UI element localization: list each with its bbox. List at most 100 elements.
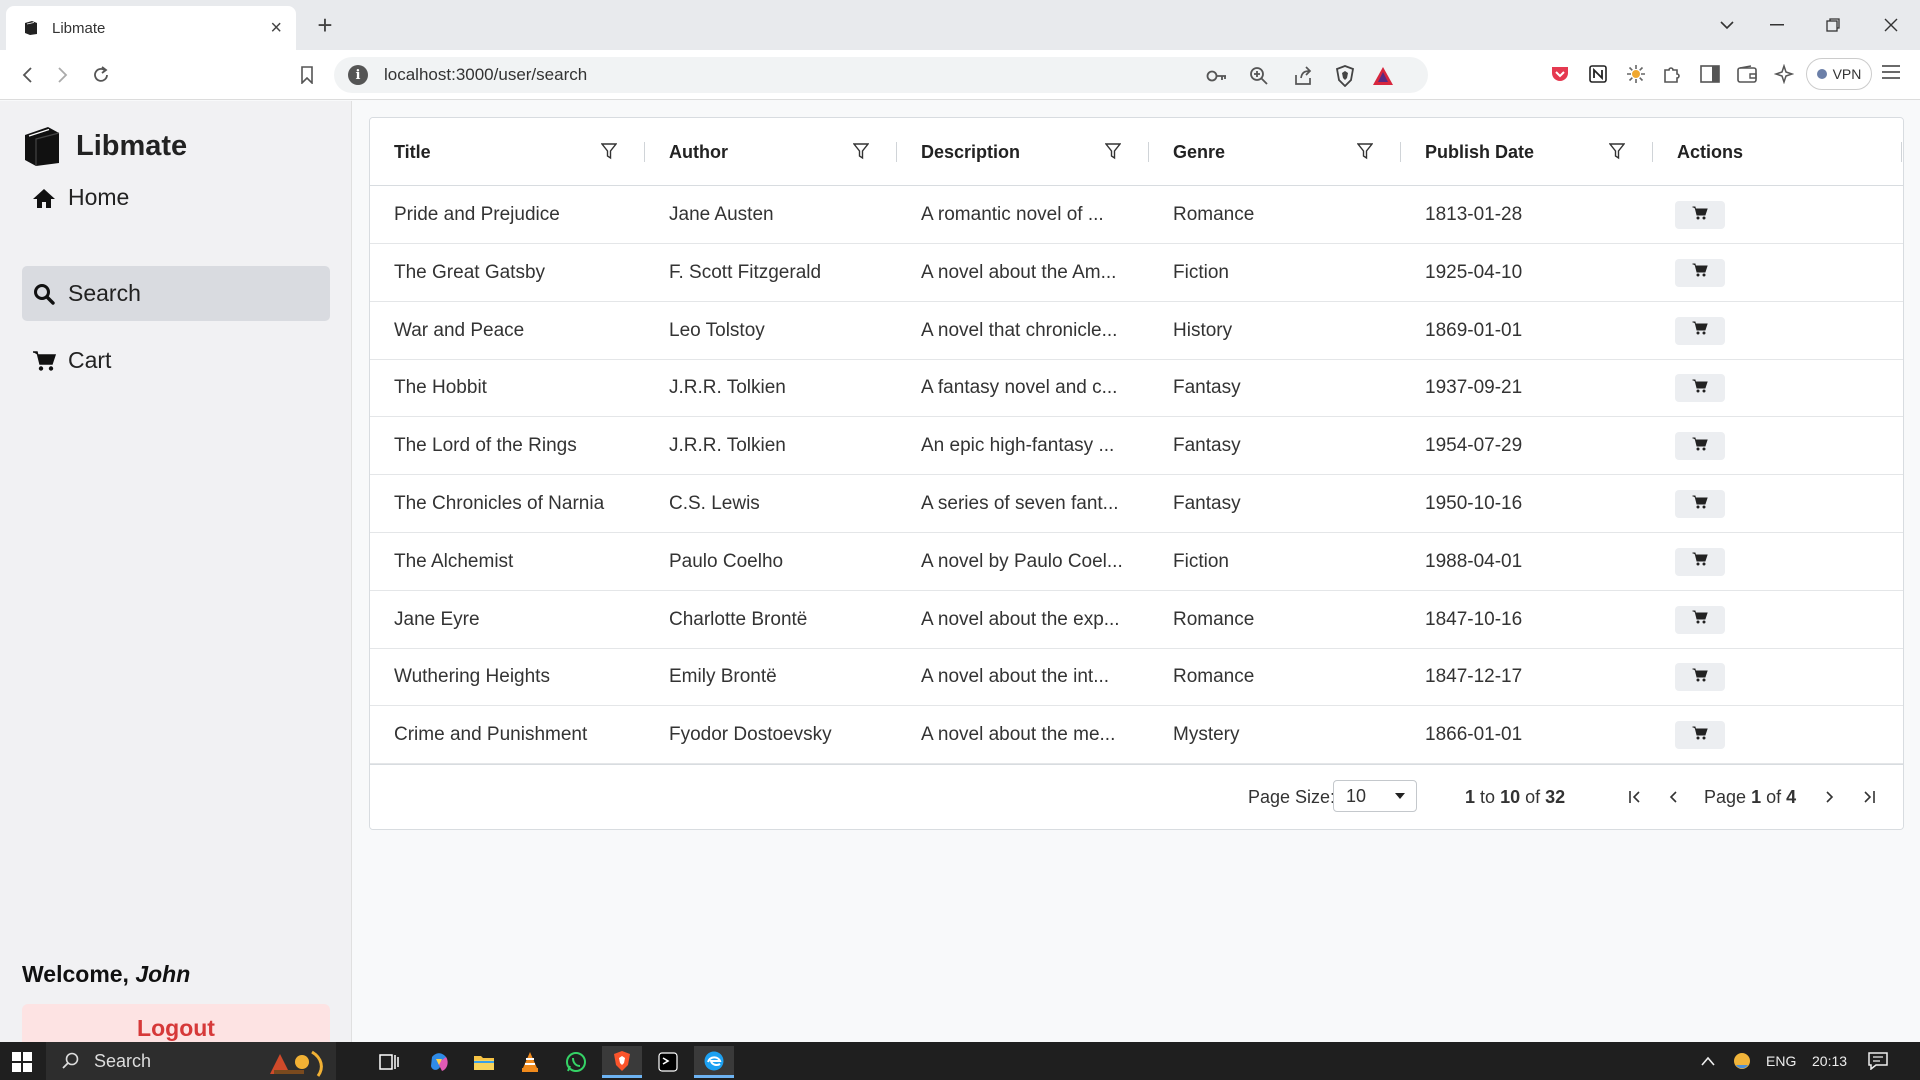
table-row[interactable]: The Alchemist Paulo Coelho A novel by Paul… <box>370 533 1903 591</box>
table-row[interactable]: The Lord of the Rings J.R.R. Tolkien An ep… <box>370 417 1903 476</box>
cart-icon <box>1692 726 1708 745</box>
restore-icon[interactable] <box>1818 12 1848 38</box>
add-to-cart-button[interactable] <box>1675 663 1725 692</box>
cell-title: Crime and Punishment <box>394 724 588 746</box>
taskbar-search-box[interactable]: Search <box>46 1042 336 1080</box>
next-page-icon[interactable] <box>1818 785 1842 809</box>
site-info-icon[interactable]: i <box>348 65 368 85</box>
table-row[interactable]: The Chronicles of Narnia C.S. Lewis A seri… <box>370 475 1903 533</box>
column-separator[interactable] <box>896 142 897 162</box>
grid-pagination-panel: Page Size: 10 1 to 10 of 32 Page 1 of 4 <box>370 764 1903 829</box>
column-header-description[interactable]: Description <box>921 118 1020 186</box>
range-of-word: of <box>1525 787 1541 807</box>
cell-publish-date: 1950-10-16 <box>1425 493 1523 514</box>
cell-description: A fantasy novel and c... <box>921 377 1118 399</box>
filter-icon[interactable] <box>599 139 619 163</box>
add-to-cart-button[interactable] <box>1675 547 1725 576</box>
extension-gear-icon[interactable] <box>1624 62 1648 86</box>
close-window-icon[interactable] <box>1876 12 1906 38</box>
brave-rewards-icon[interactable] <box>1372 65 1394 87</box>
brand[interactable]: Libmate <box>22 125 187 167</box>
filter-icon[interactable] <box>1355 139 1375 163</box>
new-tab-icon[interactable]: + <box>310 10 340 40</box>
zoom-icon[interactable] <box>1248 65 1270 87</box>
column-separator[interactable] <box>1148 142 1149 162</box>
add-to-cart-button[interactable] <box>1675 201 1725 229</box>
page-size-select[interactable]: 10 <box>1333 780 1417 812</box>
tab-list-chevron-icon[interactable] <box>1712 12 1742 38</box>
forward-icon[interactable] <box>50 62 76 88</box>
table-row[interactable]: Pride and Prejudice Jane Austen A romantic… <box>370 186 1903 244</box>
cell-genre: Romance <box>1173 608 1255 630</box>
column-header-title[interactable]: Title <box>394 118 431 186</box>
tab-close-icon[interactable]: × <box>270 18 282 38</box>
row-range-summary: 1 to 10 of 32 <box>1465 787 1565 808</box>
column-separator[interactable] <box>1652 142 1653 162</box>
address-bar[interactable]: i localhost:3000/user/search <box>334 57 1428 93</box>
brave-browser-icon[interactable] <box>602 1046 642 1078</box>
minimize-icon[interactable] <box>1762 12 1792 38</box>
copilot-icon[interactable] <box>419 1046 459 1078</box>
language-indicator[interactable]: ENG <box>1766 1042 1796 1080</box>
notification-center-icon[interactable] <box>1868 1042 1888 1080</box>
add-to-cart-button[interactable] <box>1675 316 1725 345</box>
column-header-author[interactable]: Author <box>669 118 728 186</box>
add-to-cart-button[interactable] <box>1675 605 1725 634</box>
browser-menu-icon[interactable] <box>1880 62 1906 86</box>
add-to-cart-button[interactable] <box>1675 258 1725 287</box>
bookmark-icon[interactable] <box>294 62 320 88</box>
range-from: 1 <box>1465 787 1476 807</box>
windows-start-icon[interactable] <box>12 1052 32 1072</box>
back-icon[interactable] <box>14 62 40 88</box>
add-to-cart-button[interactable] <box>1675 490 1725 518</box>
leo-ai-icon[interactable] <box>1772 62 1796 86</box>
username: John <box>135 961 191 987</box>
vlc-icon[interactable] <box>510 1046 550 1078</box>
cell-publish-date: 1813-01-28 <box>1425 204 1523 225</box>
file-explorer-icon[interactable] <box>464 1046 504 1078</box>
sidebar-item-search[interactable]: Search <box>22 266 330 321</box>
wallet-icon[interactable] <box>1735 62 1759 86</box>
table-row[interactable]: War and Peace Leo Tolstoy A novel that chr… <box>370 302 1903 360</box>
table-row[interactable]: Crime and Punishment Fyodor Dostoevsky A n… <box>370 706 1903 765</box>
filter-icon[interactable] <box>1607 139 1627 163</box>
last-page-icon[interactable] <box>1857 785 1881 809</box>
table-row[interactable]: The Hobbit J.R.R. Tolkien A fantasy novel … <box>370 359 1903 418</box>
browser-tab[interactable]: Libmate × <box>6 6 296 50</box>
column-header-genre[interactable]: Genre <box>1173 118 1225 186</box>
terminal-icon[interactable] <box>648 1046 688 1078</box>
table-row[interactable]: Jane Eyre Charlotte Brontë A novel about t… <box>370 591 1903 649</box>
table-row[interactable]: The Great Gatsby F. Scott Fitzgerald A nov… <box>370 244 1903 302</box>
sidebar-item-home[interactable]: Home <box>22 170 330 225</box>
add-to-cart-button[interactable] <box>1675 721 1725 750</box>
edge-dev-icon[interactable] <box>694 1046 734 1078</box>
reload-icon[interactable] <box>88 62 114 88</box>
cart-icon <box>1692 552 1708 571</box>
key-icon[interactable] <box>1206 65 1228 87</box>
notion-icon[interactable] <box>1586 62 1610 86</box>
column-separator[interactable] <box>1400 142 1401 162</box>
filter-icon[interactable] <box>851 139 871 163</box>
column-header-publish-date[interactable]: Publish Date <box>1425 118 1534 186</box>
pocket-icon[interactable] <box>1548 62 1572 86</box>
show-hidden-icons-icon[interactable] <box>1700 1042 1716 1080</box>
previous-page-icon[interactable] <box>1661 785 1685 809</box>
sidebar-item-cart[interactable]: Cart <box>22 333 330 388</box>
table-row[interactable]: Wuthering Heights Emily Brontë A novel abo… <box>370 648 1903 707</box>
add-to-cart-button[interactable] <box>1675 374 1725 403</box>
brave-shield-icon[interactable] <box>1334 65 1356 87</box>
task-view-icon[interactable] <box>369 1046 409 1078</box>
add-to-cart-button[interactable] <box>1675 432 1725 461</box>
extensions-puzzle-icon[interactable] <box>1660 62 1684 86</box>
weather-icon[interactable] <box>1732 1042 1752 1080</box>
filter-icon[interactable] <box>1103 139 1123 163</box>
vpn-button[interactable]: VPN <box>1806 58 1872 90</box>
first-page-icon[interactable] <box>1623 785 1647 809</box>
home-icon <box>32 186 56 210</box>
whatsapp-icon[interactable] <box>556 1046 596 1078</box>
dropdown-caret-icon <box>1395 793 1405 799</box>
column-separator[interactable] <box>644 142 645 162</box>
sidebar-toggle-icon[interactable] <box>1698 62 1722 86</box>
clock[interactable]: 20:13 <box>1812 1042 1847 1080</box>
share-icon[interactable] <box>1292 65 1314 87</box>
